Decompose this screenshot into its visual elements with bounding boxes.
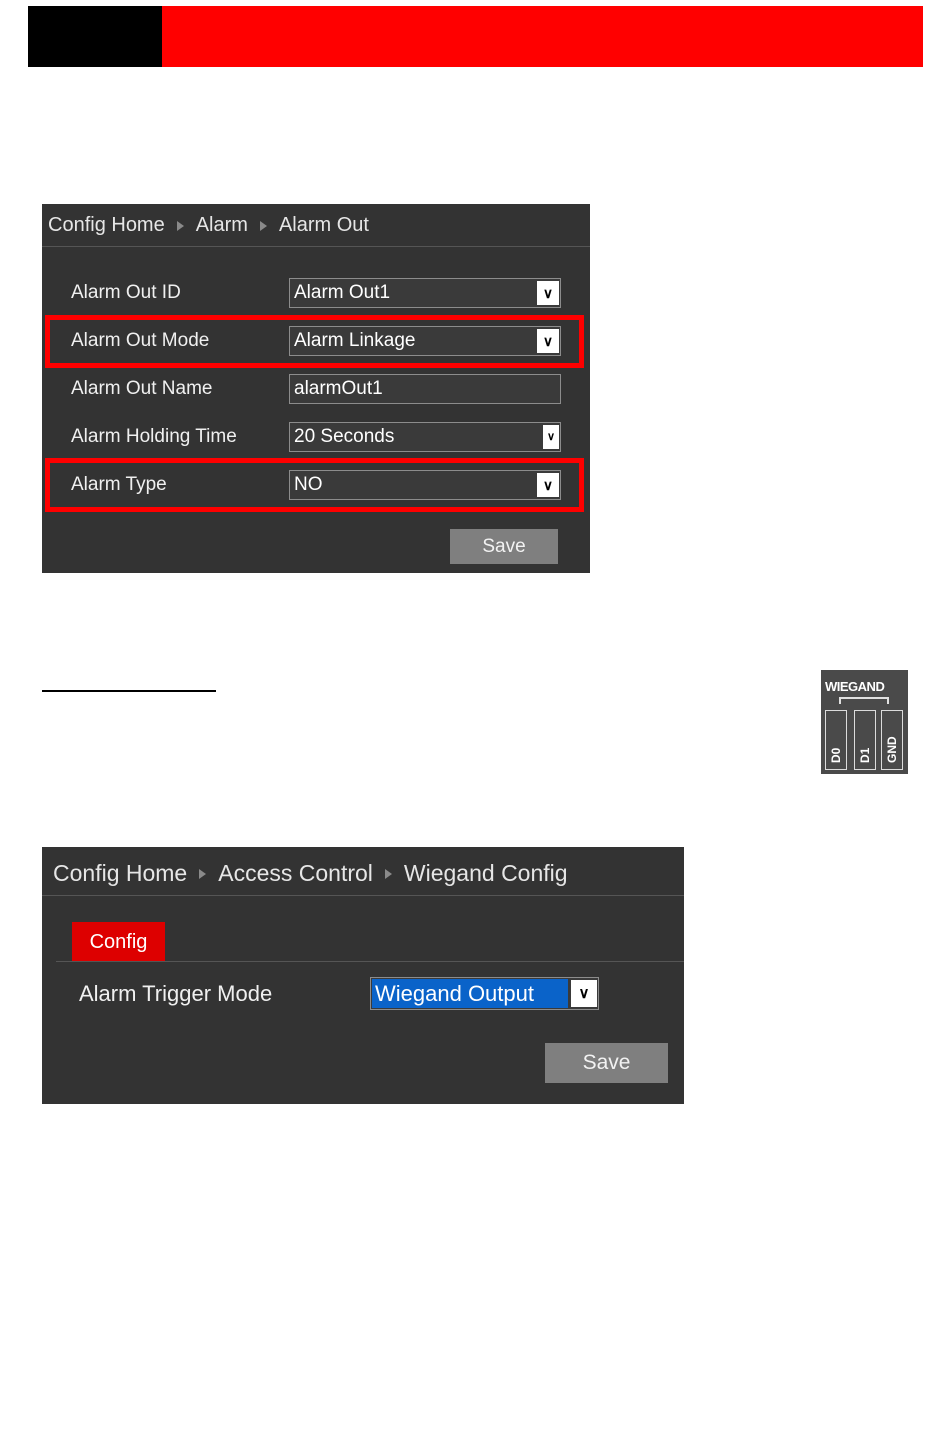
alarm-out-id-label: Alarm Out ID — [71, 282, 181, 303]
breadcrumb: Config Home Alarm Alarm Out — [48, 214, 369, 237]
alarm-trigger-mode-value: Wiegand Output — [372, 979, 568, 1008]
alarm-type-value: NO — [294, 474, 323, 495]
alarm-type-select[interactable]: NO ∨ — [289, 470, 561, 500]
chevron-down-icon[interactable]: ∨ — [537, 473, 559, 497]
breadcrumb-alarm[interactable]: Alarm — [196, 214, 248, 237]
breadcrumb-config-home[interactable]: Config Home — [53, 860, 187, 887]
section-underline — [42, 690, 216, 692]
breadcrumb-alarm-out: Alarm Out — [278, 214, 369, 236]
wiegand-bracket — [839, 697, 889, 704]
chevron-down-icon[interactable]: ∨ — [571, 980, 597, 1007]
wiegand-config-panel: Config Home Access Control Wiegand Confi… — [42, 847, 684, 1104]
wiegand-connector-photo: WIEGAND D0 D1 GND — [821, 670, 908, 774]
wiegand-pin-d0: D0 — [825, 710, 847, 770]
alarm-holding-time-label: Alarm Holding Time — [71, 426, 237, 447]
wiegand-pin-gnd-label: GND — [885, 736, 899, 763]
save-button[interactable]: Save — [545, 1043, 668, 1083]
alarm-out-name-label: Alarm Out Name — [71, 378, 213, 399]
alarm-trigger-mode-select[interactable]: Wiegand Output ∨ — [370, 977, 599, 1010]
chevron-down-icon[interactable]: ∨ — [537, 281, 559, 305]
divider — [42, 246, 590, 247]
breadcrumb-arrow-icon — [176, 220, 184, 231]
alarm-out-mode-label: Alarm Out Mode — [71, 330, 210, 351]
alarm-type-label: Alarm Type — [71, 474, 167, 495]
wiegand-pin-d1-label: D1 — [858, 747, 872, 763]
breadcrumb-config-home[interactable]: Config Home — [48, 214, 165, 237]
alarm-out-panel: Config Home Alarm Alarm Out Alarm Out ID… — [42, 204, 590, 573]
breadcrumb-arrow-icon — [259, 220, 267, 231]
wiegand-pin-d0-label: D0 — [829, 747, 843, 763]
header-red-bar — [162, 6, 923, 67]
wiegand-pin-gnd: GND — [881, 710, 903, 770]
breadcrumb-wiegand-config: Wiegand Config — [403, 860, 568, 886]
alarm-out-id-value: Alarm Out1 — [294, 282, 391, 303]
alarm-holding-time-select[interactable]: 20 Seconds ∨ — [289, 422, 561, 452]
wiegand-photo-title: WIEGAND — [825, 679, 885, 694]
alarm-out-name-input[interactable]: alarmOut1 — [289, 374, 561, 404]
divider — [42, 895, 684, 896]
alarm-trigger-mode-label: Alarm Trigger Mode — [79, 981, 273, 1006]
tab-divider — [56, 961, 684, 962]
chevron-down-icon[interactable]: ∨ — [537, 329, 559, 353]
header-black-block — [28, 6, 162, 67]
tab-config[interactable]: Config — [72, 922, 165, 962]
alarm-out-name-value: alarmOut1 — [294, 378, 383, 399]
breadcrumb-arrow-icon — [384, 868, 392, 879]
alarm-out-id-select[interactable]: Alarm Out1 ∨ — [289, 278, 561, 308]
breadcrumb: Config Home Access Control Wiegand Confi… — [53, 860, 568, 887]
save-button[interactable]: Save — [450, 529, 558, 564]
alarm-out-mode-select[interactable]: Alarm Linkage ∨ — [289, 326, 561, 356]
breadcrumb-arrow-icon — [199, 868, 207, 879]
alarm-out-mode-value: Alarm Linkage — [294, 330, 416, 351]
breadcrumb-access-control[interactable]: Access Control — [218, 860, 373, 887]
wiegand-pin-d1: D1 — [854, 710, 876, 770]
chevron-down-icon[interactable]: ∨ — [543, 425, 559, 449]
alarm-holding-time-value: 20 Seconds — [294, 426, 395, 447]
